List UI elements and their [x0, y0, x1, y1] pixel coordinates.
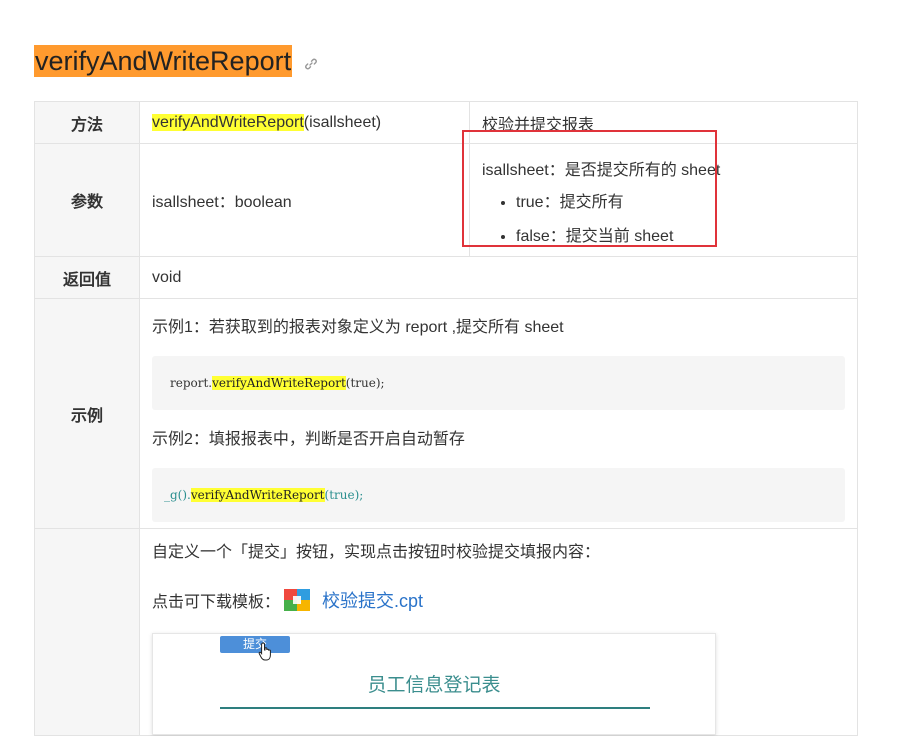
hand-cursor-icon — [258, 642, 271, 661]
example1-text: 示例1：若获取到的报表对象定义为 report ,提交所有 sheet — [152, 318, 564, 336]
param-desc-title: isallsheet：是否提交所有的 sheet — [482, 162, 721, 179]
example2-code-fn: verifyAndWriteReport — [190, 487, 325, 502]
method-signature-name: verifyAndWriteReport — [152, 113, 304, 131]
method-description: 校验并提交报表 — [469, 101, 858, 144]
example1-code-suffix: (true); — [345, 375, 385, 390]
demo-content: 自定义一个「提交」按钮，实现点击按钮时校验提交填报内容： 点击可下载模板： 校验… — [139, 528, 858, 736]
example1-code-prefix: report. — [170, 375, 213, 390]
preview-form-title: 员工信息登记表 — [367, 675, 501, 696]
example1-code-fn: verifyAndWriteReport — [212, 375, 346, 390]
api-table: 方法 verifyAndWriteReport(isallsheet) 校验并提… — [34, 101, 858, 736]
link-icon[interactable] — [304, 57, 318, 71]
return-value: void — [139, 256, 858, 299]
example-label: 示例 — [34, 298, 140, 529]
example-row: 示例 示例1：若获取到的报表对象定义为 report ,提交所有 sheet r… — [34, 298, 858, 529]
demo-label — [34, 528, 140, 736]
example1-code: report. verifyAndWriteReport (true); — [152, 355, 845, 410]
demo-row: 自定义一个「提交」按钮，实现点击按钮时校验提交填报内容： 点击可下载模板： 校验… — [34, 528, 858, 736]
param-option-true: true：提交所有 — [516, 188, 845, 212]
example-content: 示例1：若获取到的报表对象定义为 report ,提交所有 sheet repo… — [139, 298, 858, 529]
method-label: 方法 — [34, 101, 140, 144]
return-row: 返回值 void — [34, 256, 858, 299]
preview-title-underline — [220, 707, 650, 709]
preview-submit-button: 提交 — [220, 636, 290, 653]
template-download-link[interactable]: 校验提交.cpt — [322, 587, 423, 613]
cpt-file-icon — [284, 589, 311, 611]
download-line: 点击可下载模板： 校验提交.cpt — [152, 587, 845, 613]
method-row: 方法 verifyAndWriteReport(isallsheet) 校验并提… — [34, 101, 858, 144]
params-label: 参数 — [34, 143, 140, 257]
return-label: 返回值 — [34, 256, 140, 299]
example2-code-prefix: _g(). — [164, 487, 191, 502]
param-description: isallsheet：是否提交所有的 sheet true：提交所有 false… — [469, 143, 858, 257]
param-option-false: false：提交当前 sheet — [516, 222, 845, 246]
example2-code: _g(). verifyAndWriteReport (true); — [152, 467, 845, 522]
example2-text: 示例2：填报报表中，判断是否开启自动暂存 — [152, 430, 465, 448]
download-label: 点击可下载模板： — [152, 594, 281, 611]
param-type: isallsheet：boolean — [139, 143, 470, 257]
params-row: 参数 isallsheet：boolean isallsheet：是否提交所有的… — [34, 143, 858, 257]
page-title: verifyAndWriteReport — [34, 45, 293, 77]
method-signature: verifyAndWriteReport(isallsheet) — [139, 101, 470, 144]
example2-code-suffix: (true); — [324, 487, 364, 502]
page-heading: verifyAndWriteReport — [34, 45, 318, 77]
method-signature-args: (isallsheet) — [303, 113, 382, 131]
demo-description: 自定义一个「提交」按钮，实现点击按钮时校验提交填报内容： — [152, 544, 601, 561]
template-preview-image: 提交 员工信息登记表 — [152, 633, 716, 735]
param-options-list: true：提交所有 false：提交当前 sheet — [482, 188, 845, 246]
